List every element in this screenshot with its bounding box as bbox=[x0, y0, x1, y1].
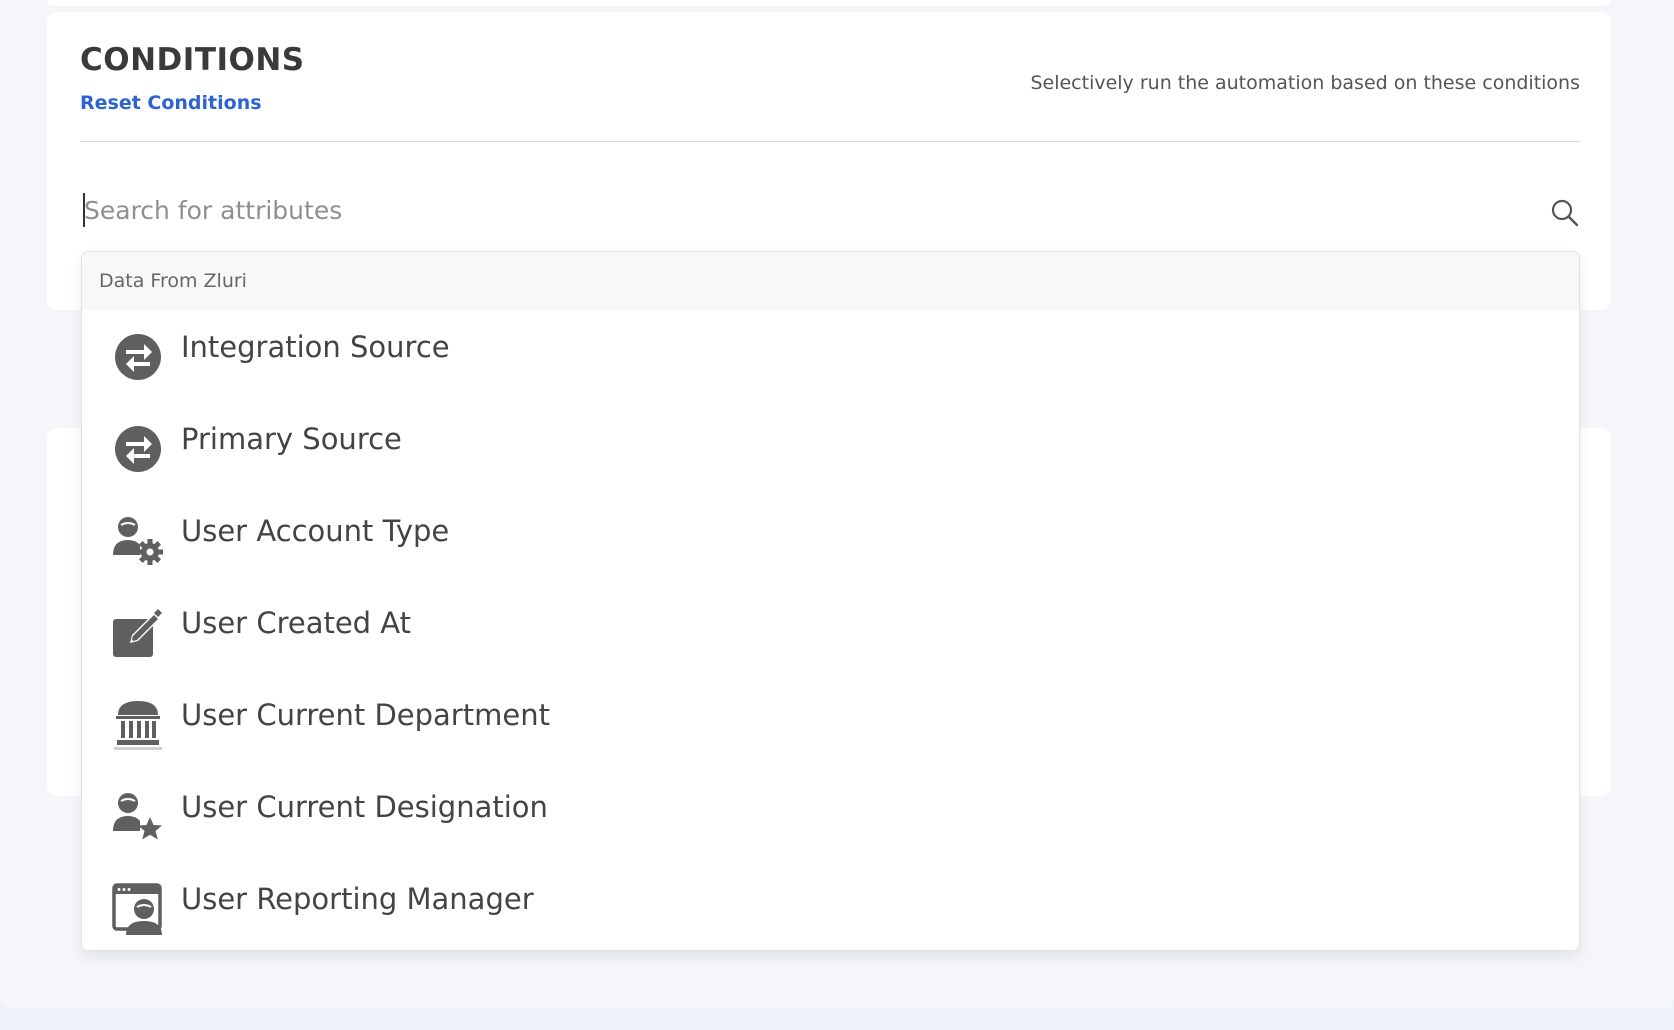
attribute-item-user-current-department[interactable]: User Current Department bbox=[82, 678, 1579, 770]
attribute-item-user-current-designation[interactable]: User Current Designation bbox=[82, 770, 1579, 862]
attribute-item-integration-source[interactable]: Integration Source bbox=[82, 310, 1579, 402]
reset-conditions-link[interactable]: Reset Conditions bbox=[80, 92, 262, 114]
attribute-label: Primary Source bbox=[181, 422, 402, 456]
attribute-label: User Current Designation bbox=[181, 790, 548, 824]
user-gear-icon bbox=[113, 517, 163, 565]
group-header: Data From Zluri bbox=[82, 252, 1579, 310]
conditions-subtitle: Selectively run the automation based on … bbox=[1030, 72, 1580, 94]
attribute-item-primary-source[interactable]: Primary Source bbox=[82, 402, 1579, 494]
attribute-item-user-account-type[interactable]: User Account Type bbox=[82, 494, 1579, 586]
previous-card bbox=[47, 0, 1611, 6]
swap-arrows-icon bbox=[115, 334, 161, 380]
attribute-dropdown: Data From Zluri Integration Source Prima… bbox=[81, 251, 1580, 951]
divider bbox=[80, 141, 1580, 142]
attribute-label: User Reporting Manager bbox=[181, 882, 534, 916]
attribute-label: User Created At bbox=[181, 606, 412, 640]
search-bar bbox=[80, 188, 1580, 232]
edit-square-icon bbox=[113, 609, 162, 657]
attribute-label: Integration Source bbox=[181, 330, 450, 364]
building-columns-icon bbox=[114, 701, 162, 750]
attribute-label: User Account Type bbox=[181, 514, 450, 548]
search-icon[interactable] bbox=[1550, 198, 1580, 228]
attribute-item-user-created-at[interactable]: User Created At bbox=[82, 586, 1579, 678]
conditions-title: CONDITIONS bbox=[80, 42, 305, 78]
user-star-icon bbox=[113, 793, 162, 840]
search-input[interactable] bbox=[80, 188, 1524, 232]
swap-arrows-icon bbox=[115, 426, 161, 472]
text-caret bbox=[83, 193, 85, 227]
attribute-label: User Current Department bbox=[181, 698, 550, 732]
attribute-item-user-reporting-manager[interactable]: User Reporting Manager bbox=[82, 862, 1579, 950]
window-user-icon bbox=[112, 883, 162, 935]
